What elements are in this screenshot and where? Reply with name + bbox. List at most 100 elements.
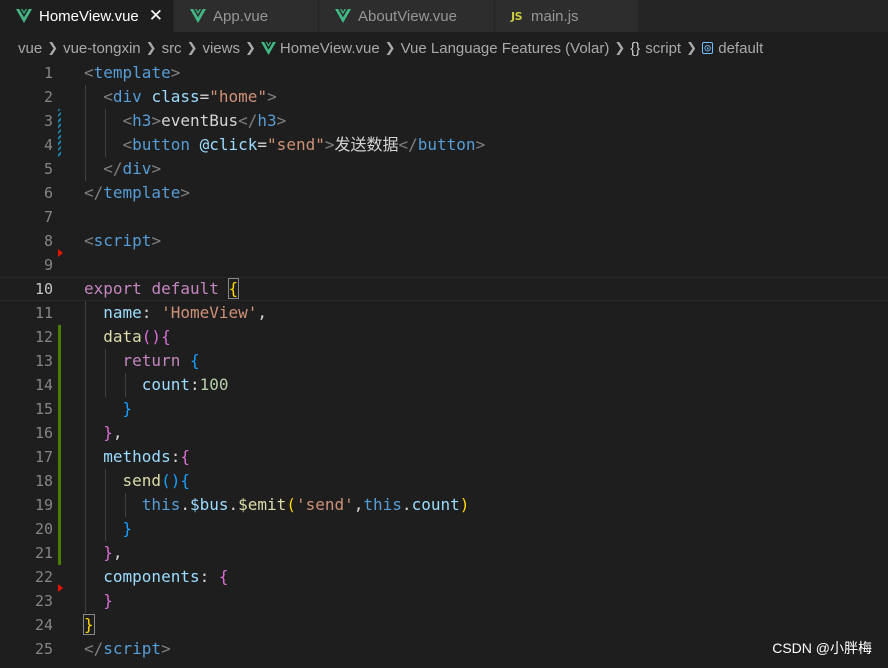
chevron-right-icon: ❯: [244, 40, 256, 55]
code-line[interactable]: 6 </template>: [0, 181, 888, 205]
code-text: <template>: [84, 63, 181, 82]
code-line[interactable]: 1 <template>: [0, 61, 888, 85]
code-editor[interactable]: 1 <template> 2 <div class="home"> 3 <h3>…: [0, 61, 888, 668]
line-number: 16: [34, 424, 53, 442]
line-number: 3: [43, 112, 53, 130]
code-text: },: [103, 543, 123, 562]
code-line[interactable]: 12 data(){: [0, 325, 888, 349]
line-number: 9: [43, 256, 53, 274]
breadcrumb-item[interactable]: src: [162, 40, 182, 57]
code-line[interactable]: 24 }: [0, 613, 888, 637]
line-number: 19: [34, 496, 53, 514]
line-number: 10: [34, 280, 53, 298]
vue-icon: [16, 9, 32, 23]
code-text: }: [122, 399, 133, 418]
breadcrumb-item[interactable]: vue: [18, 40, 42, 57]
line-number: 1: [43, 64, 53, 82]
code-line[interactable]: 4 <button @click="send">发送数据</button>: [0, 133, 888, 157]
code-line[interactable]: 20 }: [0, 517, 888, 541]
code-text: name: 'HomeView',: [103, 303, 268, 322]
line-number: 17: [34, 448, 53, 466]
chevron-right-icon: ❯: [614, 40, 626, 55]
code-line[interactable]: 17 methods:{: [0, 445, 888, 469]
code-text: components: {: [103, 567, 229, 586]
code-line[interactable]: 18 send(){: [0, 469, 888, 493]
line-number: 14: [34, 376, 53, 394]
breadcrumb-item[interactable]: vue-tongxin: [63, 40, 141, 57]
code-line[interactable]: 9: [0, 253, 888, 277]
line-number: 22: [34, 568, 53, 586]
tab-main-js[interactable]: JS main.js: [495, 0, 639, 32]
tab-label: main.js: [531, 7, 579, 25]
line-number: 8: [43, 232, 53, 250]
code-line[interactable]: 5 </div>: [0, 157, 888, 181]
code-line[interactable]: 19 this.$bus.$emit('send',this.count): [0, 493, 888, 517]
close-icon[interactable]: ✕: [149, 6, 163, 26]
code-line[interactable]: 14 count:100: [0, 373, 888, 397]
breadcrumb: vue ❯ vue-tongxin ❯ src ❯ views ❯ HomeVi…: [18, 36, 763, 60]
line-number: 24: [34, 616, 53, 634]
line-number: 20: [34, 520, 53, 538]
line-number: 18: [34, 472, 53, 490]
breadcrumb-item[interactable]: Vue Language Features (Volar): [401, 40, 610, 57]
line-number: 5: [43, 160, 53, 178]
code-line[interactable]: 25 </script>: [0, 637, 888, 661]
line-number: 11: [34, 304, 53, 322]
code-text: this.$bus.$emit('send',this.count): [141, 495, 470, 514]
code-text: </script>: [84, 639, 171, 658]
code-text: }: [103, 591, 113, 610]
line-number: 12: [34, 328, 53, 346]
tab-aboutview-vue[interactable]: AboutView.vue: [319, 0, 495, 32]
matched-bracket: {: [227, 278, 240, 299]
vue-icon: [190, 9, 206, 23]
code-text: }: [83, 613, 95, 637]
line-number: 6: [43, 184, 53, 202]
code-line[interactable]: 21 },: [0, 541, 888, 565]
braces-icon: {}: [630, 39, 641, 57]
code-line[interactable]: 22 components: {: [0, 565, 888, 589]
breadcrumb-item[interactable]: HomeView.vue: [280, 40, 380, 57]
chevron-right-icon: ❯: [186, 40, 198, 55]
code-line[interactable]: 2 <div class="home">: [0, 85, 888, 109]
code-text: }: [122, 519, 133, 538]
chevron-right-icon: ❯: [384, 40, 396, 55]
code-line[interactable]: 3 <h3>eventBus</h3>: [0, 109, 888, 133]
line-number: 13: [34, 352, 53, 370]
line-number: 7: [43, 208, 53, 226]
matched-bracket: }: [83, 614, 95, 635]
code-text: <script>: [84, 231, 162, 250]
code-line[interactable]: 15 }: [0, 397, 888, 421]
code-text: <div class="home">: [103, 87, 277, 106]
tab-app-vue[interactable]: App.vue: [174, 0, 319, 32]
chevron-right-icon: ❯: [686, 40, 698, 55]
breadcrumb-item[interactable]: script: [645, 40, 681, 57]
code-line[interactable]: 11 name: 'HomeView',: [0, 301, 888, 325]
tab-label: AboutView.vue: [358, 7, 457, 25]
code-line[interactable]: 16 },: [0, 421, 888, 445]
line-number: 23: [34, 592, 53, 610]
code-line[interactable]: 7: [0, 205, 888, 229]
line-number: 21: [34, 544, 53, 562]
vue-icon: [260, 41, 276, 55]
code-text: count:100: [141, 375, 229, 394]
code-line-current[interactable]: 10 export default {: [0, 277, 888, 301]
code-text: </template>: [84, 183, 190, 202]
code-text: export default {: [84, 278, 240, 299]
watermark: CSDN @小胖梅: [772, 640, 872, 656]
code-line[interactable]: 8 <script>: [0, 229, 888, 253]
code-text: return {: [122, 351, 200, 370]
chevron-right-icon: ❯: [145, 40, 157, 55]
vue-icon: [335, 9, 351, 23]
line-number: 2: [43, 88, 53, 106]
line-number: 15: [34, 400, 53, 418]
editor-tab-bar: HomeView.vue ✕ App.vue AboutView.vue JS …: [0, 0, 888, 32]
tab-homeview-vue[interactable]: HomeView.vue ✕: [0, 0, 174, 32]
code-text: },: [103, 423, 123, 442]
breadcrumb-item[interactable]: views: [202, 40, 240, 57]
code-text: methods:{: [103, 447, 190, 466]
breadcrumb-item[interactable]: default: [718, 40, 763, 57]
code-line[interactable]: 23 }: [0, 589, 888, 613]
code-text: send(){: [122, 471, 190, 490]
code-text: <button @click="send">发送数据</button>: [122, 135, 486, 154]
code-line[interactable]: 13 return {: [0, 349, 888, 373]
